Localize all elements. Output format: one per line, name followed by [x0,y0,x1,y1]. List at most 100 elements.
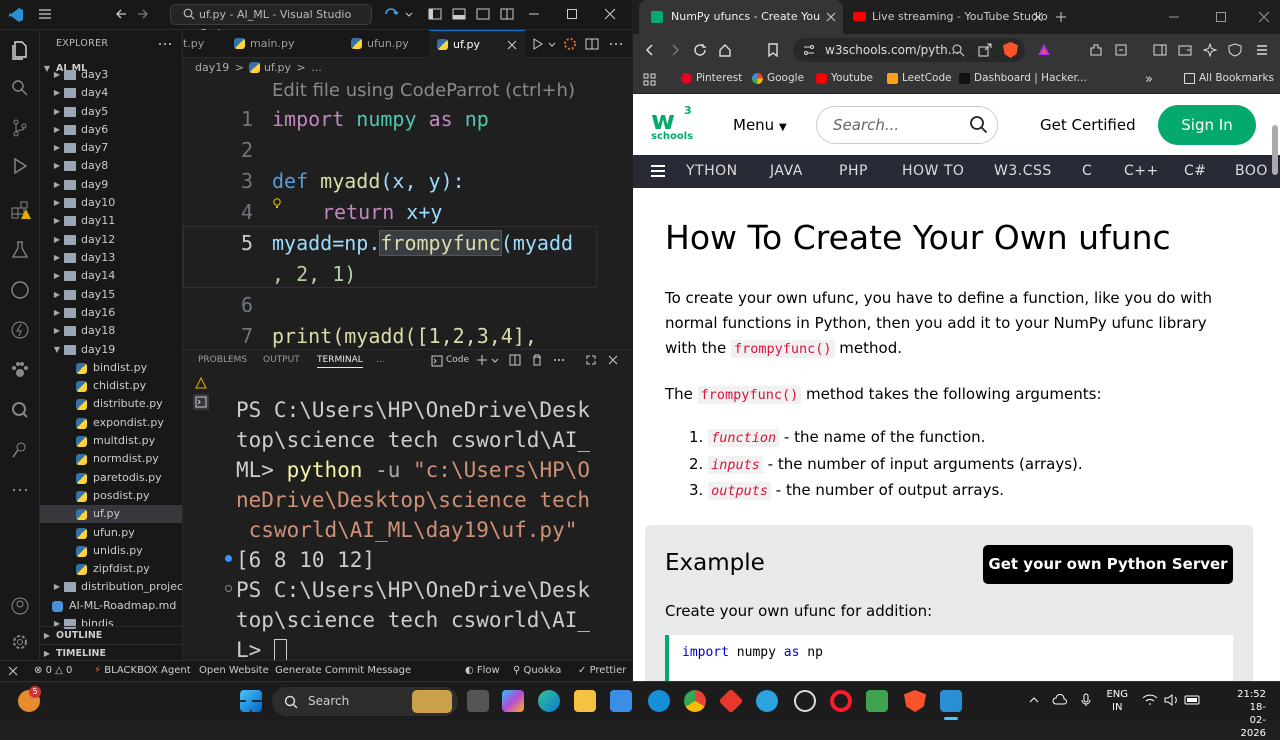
blackbox-icon[interactable] [563,37,577,51]
maximize-panel-icon[interactable] [585,354,597,366]
close-tab-icon[interactable] [1033,12,1043,22]
extension-2-icon[interactable] [1114,43,1128,57]
all-bookmarks[interactable]: All Bookmarks [1184,72,1274,84]
w3schools-logo[interactable]: w 3 schools [651,104,693,144]
lightning-icon[interactable] [8,318,32,342]
openai-icon[interactable] [794,690,816,712]
settings-gear-icon[interactable] [8,630,32,654]
bookmark-leetcode[interactable]: LeetCode [887,72,952,84]
more-actions-icon[interactable] [553,354,565,366]
code-editor[interactable]: Edit file using CodeParrot (ctrl+h) 1 2 … [183,78,632,349]
close-icon[interactable] [1258,11,1270,23]
nav-java[interactable]: JAVA [770,163,803,179]
prettier-button[interactable]: ✓ Prettier [578,661,626,681]
volume-icon[interactable] [1164,694,1180,706]
lightbulb-icon[interactable] [272,198,282,210]
tab-t-py[interactable]: t.py [183,30,225,58]
file-expondist-py[interactable]: expondist.py [40,414,182,432]
minimize-icon[interactable] [1168,11,1180,23]
bookmark-hackerrank[interactable]: Dashboard | Hacker... [959,72,1087,84]
page-scrollbar[interactable] [1272,125,1278,175]
split-terminal-icon[interactable] [509,354,521,366]
file-uf-py[interactable]: uf.py [40,505,182,523]
testing-icon[interactable] [8,238,32,262]
back-icon[interactable] [643,43,657,57]
browser-tab-youtube[interactable]: Live streaming - YouTube Studio [845,0,1050,34]
source-control-icon[interactable] [8,116,32,140]
file-chidist-py[interactable]: chidist.py [40,377,182,395]
extensions-icon[interactable] [1089,43,1103,57]
bookmark-pinterest[interactable]: Pinterest [681,72,742,84]
nav-php[interactable]: PHP [839,163,868,179]
terminal-instance-icon[interactable] [193,394,209,410]
new-terminal-icon[interactable] [476,354,488,366]
nav-csharp[interactable]: C# [1184,163,1207,179]
file-multdist-py[interactable]: multdist.py [40,432,182,450]
browser-tab-numpy[interactable]: NumPy ufuncs - Create Your Ow [639,0,843,34]
folder-day15[interactable]: ▶ day15 [40,286,182,304]
quokka-button[interactable]: ⚲ Quokka [513,661,561,681]
nav-w3css[interactable]: W3.CSS [994,163,1052,179]
app-green-icon[interactable] [866,690,888,712]
brave-shields-icon[interactable] [1003,42,1018,58]
cloud-icon[interactable] [1052,694,1068,706]
new-tab-icon[interactable] [1055,11,1067,23]
blackbox-agent[interactable]: ⚡ BLACKBOX Agent [94,661,191,681]
layout-panel-icon[interactable] [452,7,466,21]
hamburger-icon[interactable] [650,164,666,178]
commit-message-button[interactable]: Generate Commit Message [275,661,411,681]
timeline-section[interactable]: ▶ TIMELINE [40,644,182,660]
layout-secondary-icon[interactable] [476,7,490,21]
tab-ufun-py[interactable]: ufun.py [343,30,428,58]
explorer-icon[interactable] [8,38,32,62]
maximize-icon[interactable] [566,7,578,21]
file-distribute-py[interactable]: distribute.py [40,395,182,413]
close-icon[interactable] [604,7,616,21]
sidebar-icon[interactable] [1153,43,1167,57]
apps-icon[interactable] [643,73,656,86]
problems-count[interactable]: ⊗ 0 △ 0 [34,661,72,681]
minimize-icon[interactable] [528,7,540,21]
folder-day3[interactable]: ▶ day3 [40,66,182,84]
chevron-up-icon[interactable] [1028,694,1040,706]
folder-day14[interactable]: ▶ day14 [40,267,182,285]
copilot-icon[interactable] [384,7,402,21]
nav-cpp[interactable]: C++ [1124,163,1159,179]
more-actions-icon[interactable] [158,30,172,58]
folder-day5[interactable]: ▶ day5 [40,103,182,121]
menu-icon[interactable] [38,7,52,21]
folder-day18[interactable]: ▶ day18 [40,322,182,340]
windows-start-icon[interactable] [240,690,262,712]
python-server-button[interactable]: Get your own Python Server [983,545,1233,584]
breadcrumb-file[interactable]: uf.py [264,61,291,74]
folder-day7[interactable]: ▶ day7 [40,139,182,157]
folder-day16[interactable]: ▶ day16 [40,304,182,322]
leo-ai-icon[interactable] [1203,43,1217,57]
wallet-icon[interactable] [1178,43,1192,57]
reload-icon[interactable] [693,43,707,57]
nav-python[interactable]: YTHON [686,163,738,179]
remote-icon[interactable] [8,666,18,676]
folder-day12[interactable]: ▶ day12 [40,231,182,249]
brave-icon[interactable] [904,690,926,712]
forward-icon[interactable] [668,43,682,57]
edge-icon[interactable] [538,690,560,712]
breadcrumb-symbol[interactable]: ... [311,61,322,74]
nav-bootstrap[interactable]: BOO [1235,163,1268,179]
layout-sidebar-icon[interactable] [428,7,442,21]
telegram-icon[interactable] [756,690,778,712]
folder-day6[interactable]: ▶ day6 [40,121,182,139]
search-icon[interactable] [969,115,989,135]
close-panel-icon[interactable] [607,354,619,366]
layout-customize-icon[interactable] [500,7,514,21]
forward-icon[interactable] [136,7,150,21]
close-tab-icon[interactable] [507,40,517,50]
github-icon[interactable] [8,278,32,302]
file-paretodis-py[interactable]: paretodis.py [40,469,182,487]
tab-problems[interactable]: PROBLEMS [198,355,247,365]
file-unidis-py[interactable]: unidis.py [40,542,182,560]
breadcrumb-folder[interactable]: day19 [195,61,229,74]
vpn-icon[interactable] [1228,43,1242,57]
bookmark-youtube[interactable]: Youtube [816,72,873,84]
more-actions-icon[interactable] [609,37,623,51]
